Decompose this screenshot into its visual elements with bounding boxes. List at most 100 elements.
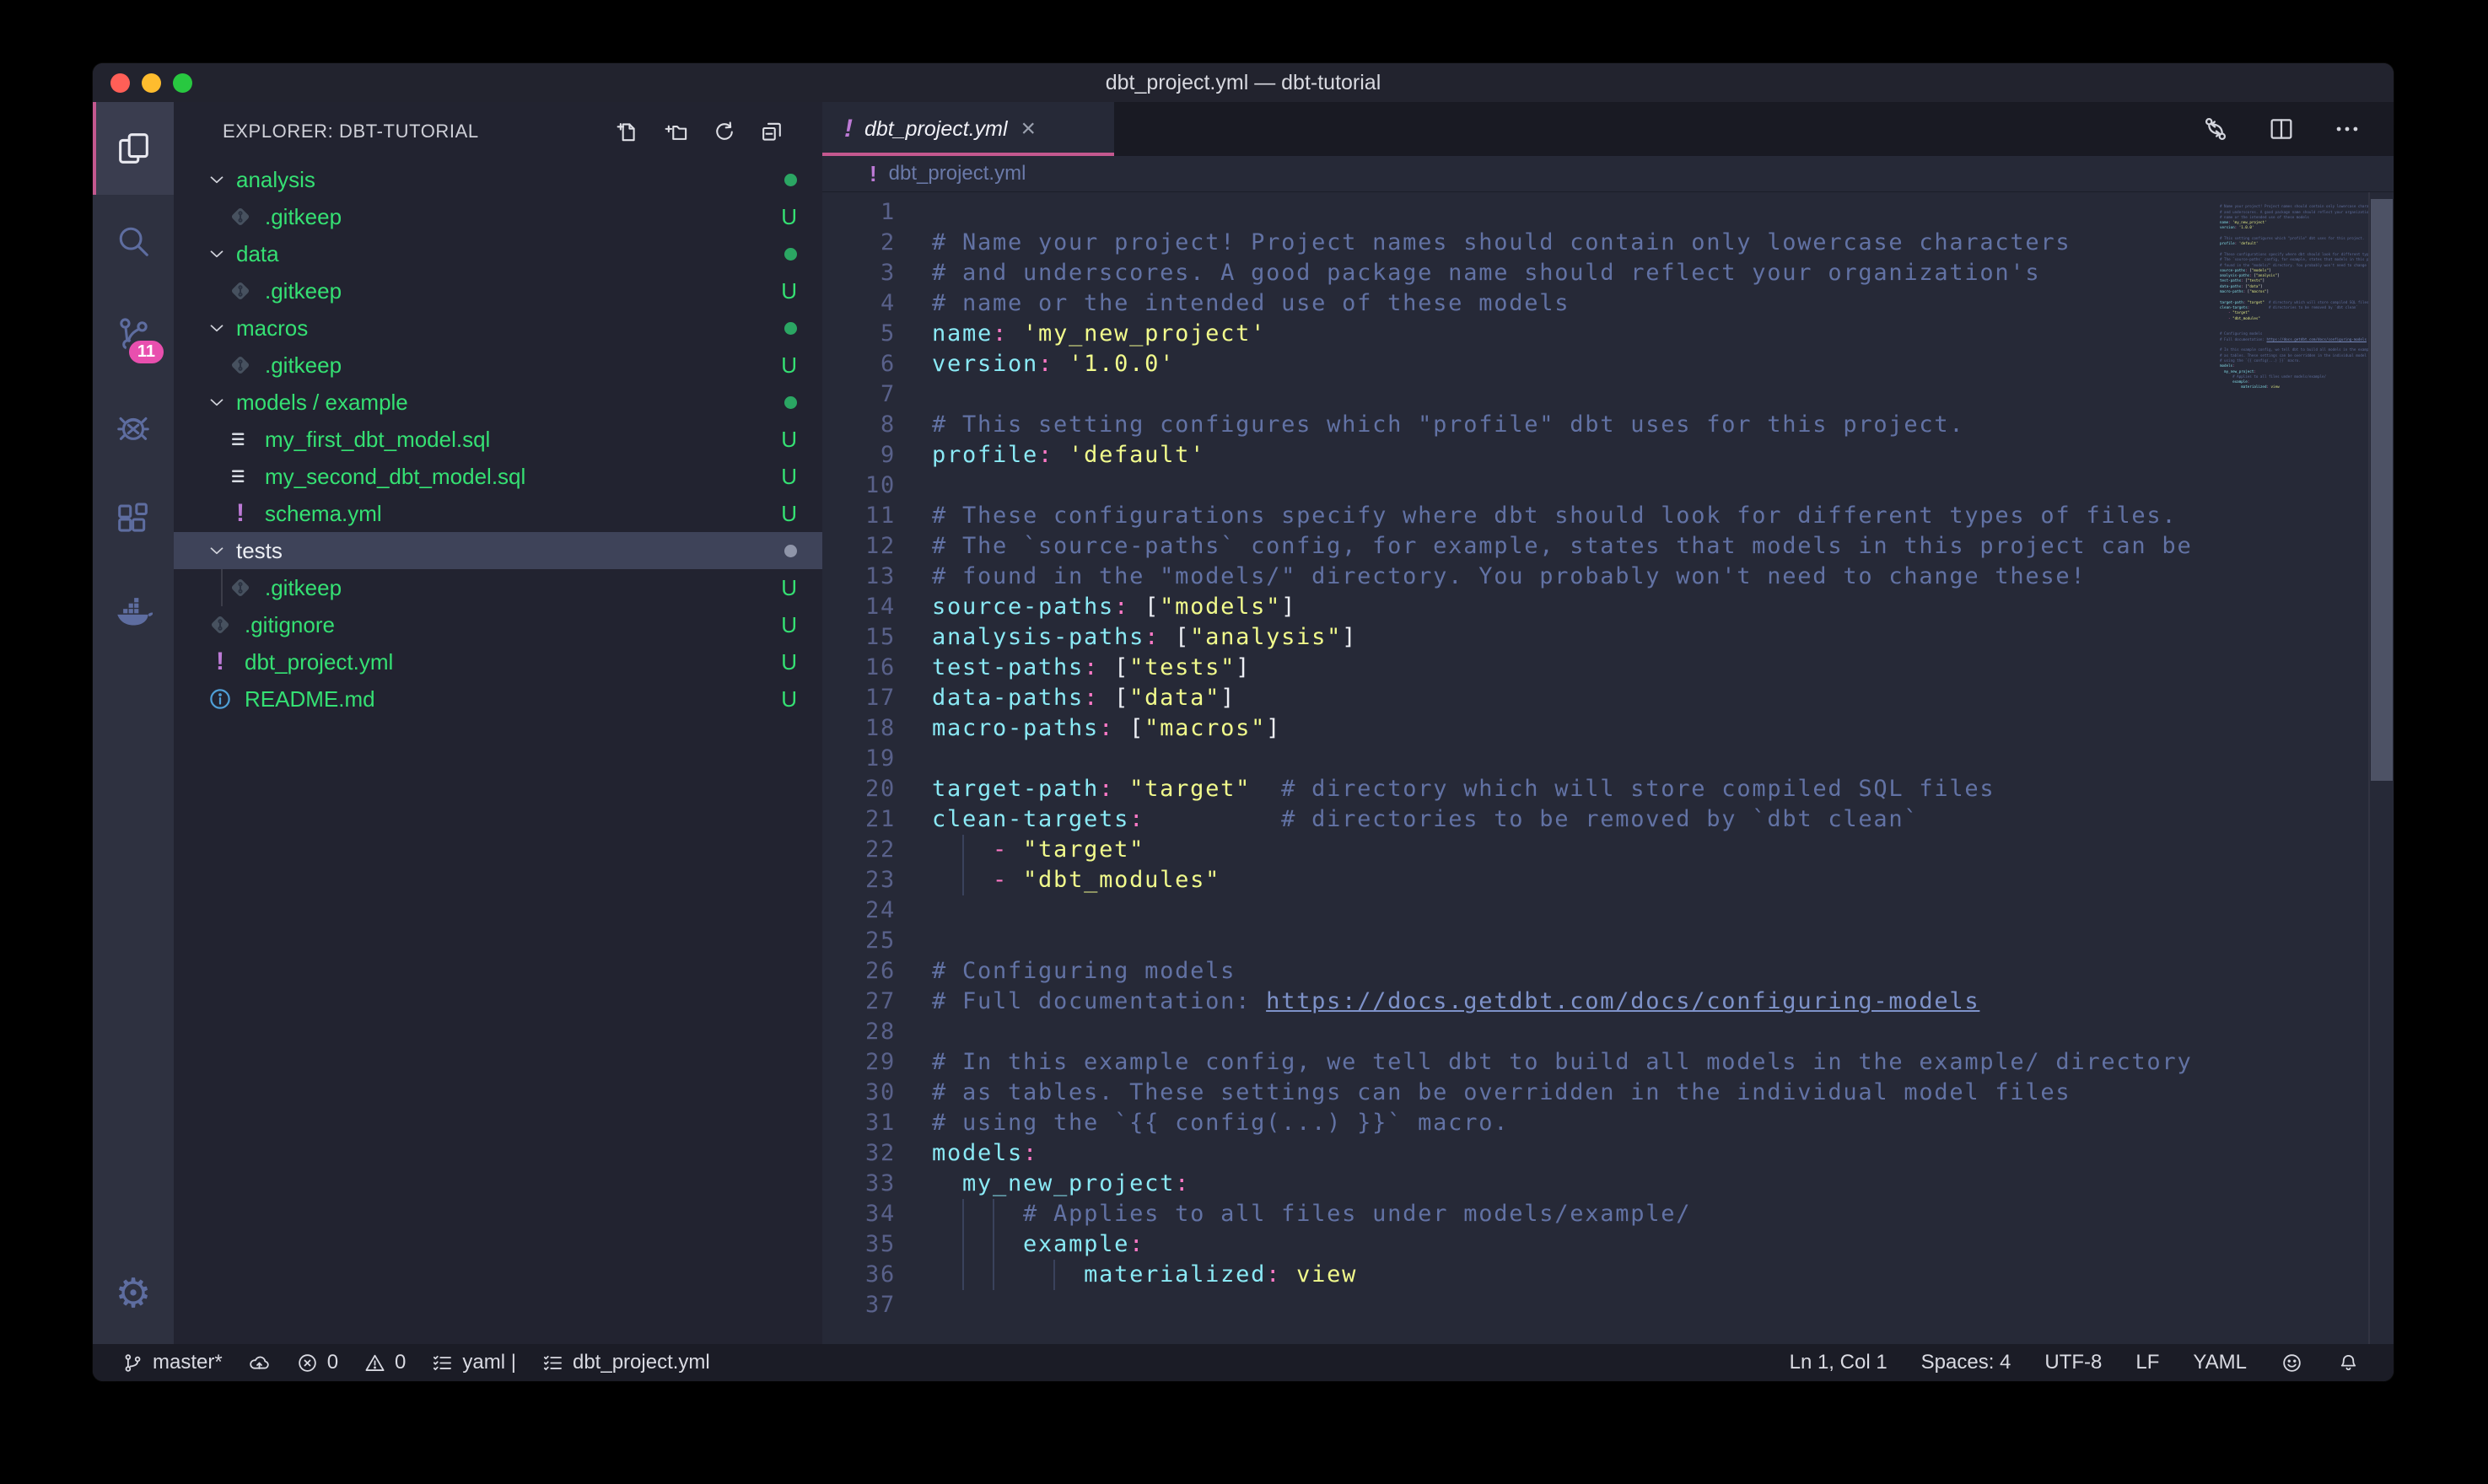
close-button[interactable]	[110, 73, 130, 93]
activity-item-explorer[interactable]	[93, 102, 174, 195]
close-tab-icon[interactable]: ×	[1021, 116, 1037, 142]
tree-item--gitignore[interactable]: .gitignoreU	[174, 606, 822, 643]
code-line-29[interactable]: 29# In this example config, we tell dbt …	[822, 1047, 2394, 1078]
minimize-button[interactable]	[142, 73, 161, 93]
line-number: 10	[822, 470, 896, 501]
status-feedback[interactable]	[2281, 1352, 2303, 1374]
new-file-button[interactable]	[615, 119, 641, 145]
status-git-branch[interactable]: master*	[121, 1351, 223, 1374]
tree-item-my-first-dbt-model-sql[interactable]: my_first_dbt_model.sqlU	[174, 421, 822, 458]
code-line-10[interactable]: 10	[822, 470, 2394, 501]
code-line-34[interactable]: 34 # Applies to all files under models/e…	[822, 1199, 2394, 1229]
tree-item-models-example[interactable]: models / example	[174, 384, 822, 421]
code-line-20[interactable]: 20target-path: "target" # directory whic…	[822, 774, 2394, 804]
tree-item-my-second-dbt-model-sql[interactable]: my_second_dbt_model.sqlU	[174, 458, 822, 495]
code-line-14[interactable]: 14source-paths: ["models"]	[822, 592, 2394, 622]
status-publish[interactable]	[248, 1352, 271, 1374]
status-warnings[interactable]: 0	[364, 1351, 406, 1374]
code-line-18[interactable]: 18macro-paths: ["macros"]	[822, 713, 2394, 744]
code-line-19[interactable]: 19	[822, 744, 2394, 774]
code-line-6[interactable]: 6version: '1.0.0'	[822, 349, 2394, 379]
open-changes-button[interactable]	[2201, 115, 2230, 143]
code-line-36[interactable]: 36 materialized: view	[822, 1260, 2394, 1290]
tree-item-dbt-project-yml[interactable]: !dbt_project.ymlU	[174, 643, 822, 680]
code-line-2[interactable]: 2# Name your project! Project names shou…	[822, 228, 2394, 258]
new-folder-button[interactable]	[663, 119, 689, 145]
code-line-32[interactable]: 32models:	[822, 1138, 2394, 1169]
code-line-26[interactable]: 26# Configuring models	[822, 956, 2394, 987]
collapse-all-button[interactable]	[759, 119, 785, 145]
more-actions-button[interactable]	[2333, 115, 2361, 143]
tab-dbt-project-yml[interactable]: ! dbt_project.yml ×	[822, 102, 1114, 156]
code-line-13[interactable]: 13# found in the "models/" directory. Yo…	[822, 562, 2394, 592]
code-line-15[interactable]: 15analysis-paths: ["analysis"]	[822, 622, 2394, 653]
tree-item--gitkeep[interactable]: .gitkeepU	[174, 198, 822, 235]
activity-item-source-control[interactable]: 11	[93, 288, 174, 380]
tree-item--gitkeep[interactable]: .gitkeepU	[174, 272, 822, 309]
status-cursor-position[interactable]: Ln 1, Col 1	[1790, 1351, 1888, 1374]
status-notifications[interactable]	[2337, 1352, 2360, 1374]
status-lint-yaml[interactable]: yaml |	[431, 1351, 516, 1374]
minimap[interactable]: # Name your project! Project names shoul…	[2220, 199, 2368, 395]
tree-item--gitkeep[interactable]: .gitkeepU	[174, 569, 822, 606]
status-encoding[interactable]: UTF-8	[2044, 1351, 2102, 1374]
code-line-1[interactable]: 1	[822, 197, 2394, 228]
chevron-down-icon	[206, 243, 228, 265]
tree-item-label: schema.yml	[265, 501, 382, 527]
tree-item-macros[interactable]: macros	[174, 309, 822, 347]
code-line-7[interactable]: 7	[822, 379, 2394, 410]
activity-item-extensions[interactable]	[93, 473, 174, 566]
code-line-30[interactable]: 30# as tables. These settings can be ove…	[822, 1078, 2394, 1108]
code-line-21[interactable]: 21clean-targets: # directories to be rem…	[822, 804, 2394, 835]
status-errors[interactable]: 0	[296, 1351, 338, 1374]
split-editor-button[interactable]	[2267, 115, 2296, 143]
status-eol[interactable]: LF	[2135, 1351, 2159, 1374]
code-line-28[interactable]: 28	[822, 1017, 2394, 1047]
code-line-22[interactable]: 22 - "target"	[822, 835, 2394, 865]
code-line-16[interactable]: 16test-paths: ["tests"]	[822, 653, 2394, 683]
code-line-33[interactable]: 33 my_new_project:	[822, 1169, 2394, 1199]
code-line-35[interactable]: 35 example:	[822, 1229, 2394, 1260]
code-line-37[interactable]: 37	[822, 1290, 2394, 1320]
code-line-31[interactable]: 31# using the `{{ config(...) }}` macro.	[822, 1108, 2394, 1138]
tree-item-schema-yml[interactable]: !schema.ymlU	[174, 495, 822, 532]
settings-button[interactable]: ⚙	[93, 1243, 174, 1344]
status-indentation[interactable]: Spaces: 4	[1921, 1351, 2011, 1374]
activity-item-search[interactable]	[93, 195, 174, 288]
code-line-9[interactable]: 9profile: 'default'	[822, 440, 2394, 470]
code-line-8[interactable]: 8# This setting configures which "profil…	[822, 410, 2394, 440]
tab-bar: ! dbt_project.yml ×	[822, 102, 2394, 156]
scrollbar-thumb[interactable]	[2371, 199, 2393, 781]
zoom-button[interactable]	[173, 73, 192, 93]
line-number: 11	[822, 501, 896, 531]
code-line-25[interactable]: 25	[822, 926, 2394, 956]
breadcrumb[interactable]: ! dbt_project.yml	[822, 156, 2394, 192]
activity-item-docker[interactable]	[93, 566, 174, 659]
scrollbar-track[interactable]	[2368, 192, 2394, 1344]
code-line-5[interactable]: 5name: 'my_new_project'	[822, 319, 2394, 349]
explorer-header: EXPLORER: DBT-TUTORIAL	[174, 102, 822, 161]
code-line-12[interactable]: 12# The `source-paths` config, for examp…	[822, 531, 2394, 562]
line-number: 1	[822, 197, 896, 228]
tree-item-tests[interactable]: tests	[174, 532, 822, 569]
tree-item-label: .gitkeep	[265, 278, 342, 304]
line-number: 16	[822, 653, 896, 683]
activity-item-run-debug[interactable]	[93, 380, 174, 473]
code-line-17[interactable]: 17data-paths: ["data"]	[822, 683, 2394, 713]
tree-item-readme-md[interactable]: README.mdU	[174, 680, 822, 718]
refresh-button[interactable]	[711, 119, 737, 145]
code-line-4[interactable]: 4# name or the intended use of these mod…	[822, 288, 2394, 319]
yaml-file-icon: !	[870, 161, 877, 187]
code-line-23[interactable]: 23 - "dbt_modules"	[822, 865, 2394, 895]
status-lint-file[interactable]: dbt_project.yml	[541, 1351, 710, 1374]
tree-item--gitkeep[interactable]: .gitkeepU	[174, 347, 822, 384]
title-bar[interactable]: dbt_project.yml — dbt-tutorial	[93, 63, 2394, 102]
code-line-3[interactable]: 3# and underscores. A good package name …	[822, 258, 2394, 288]
status-language-mode[interactable]: YAML	[2193, 1351, 2247, 1374]
tree-item-analysis[interactable]: analysis	[174, 161, 822, 198]
code-editor[interactable]: 12# Name your project! Project names sho…	[822, 192, 2394, 1344]
code-line-27[interactable]: 27# Full documentation: https://docs.get…	[822, 987, 2394, 1017]
code-line-24[interactable]: 24	[822, 895, 2394, 926]
tree-item-data[interactable]: data	[174, 235, 822, 272]
code-line-11[interactable]: 11# These configurations specify where d…	[822, 501, 2394, 531]
